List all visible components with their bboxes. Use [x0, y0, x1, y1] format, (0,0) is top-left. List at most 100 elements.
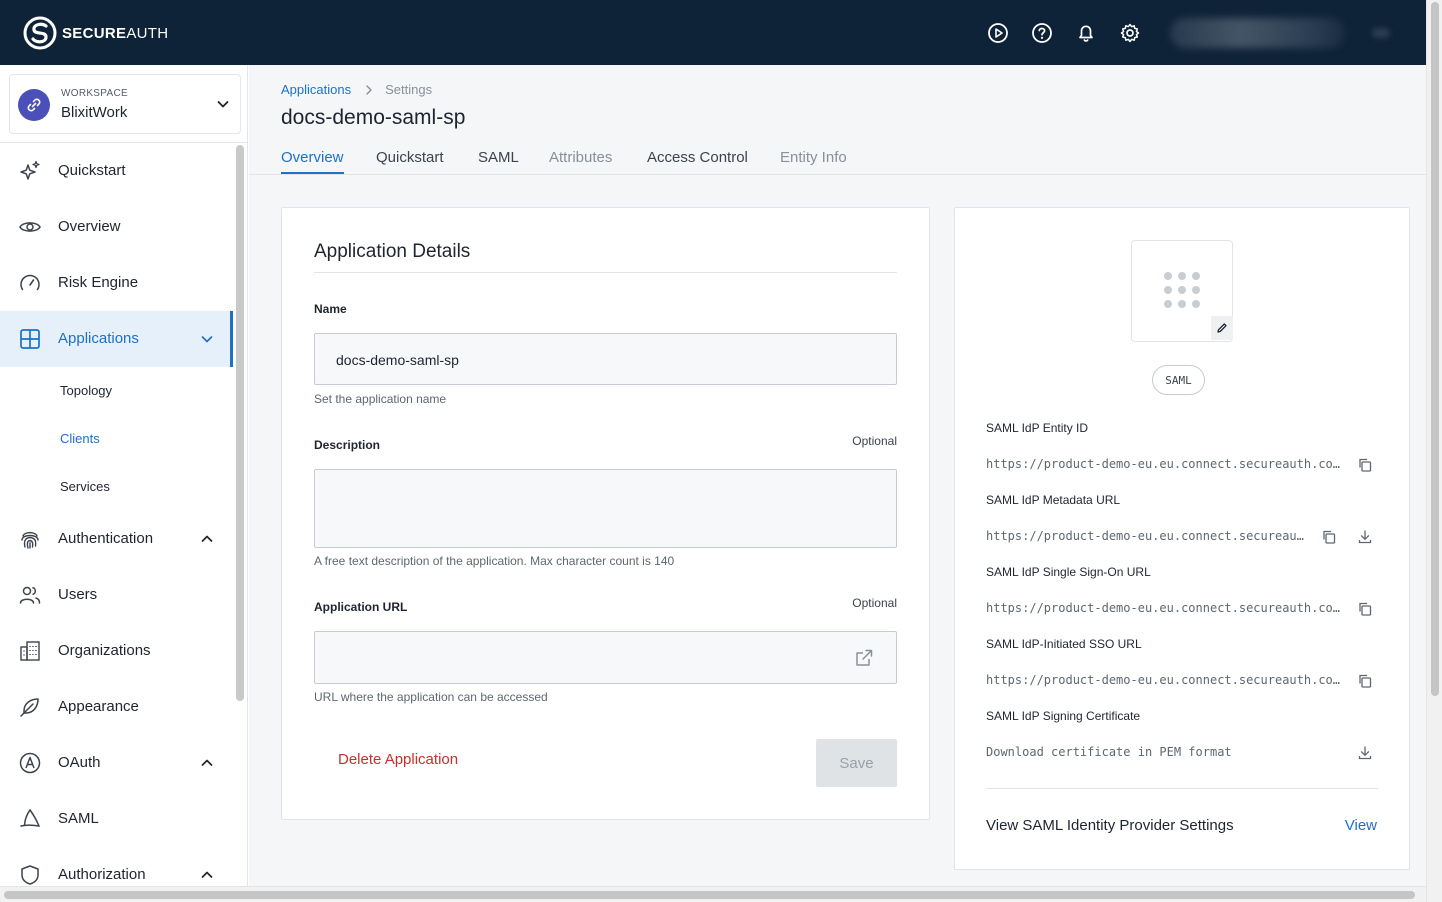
copy-icon[interactable] [1357, 457, 1373, 473]
save-button[interactable]: Save [816, 739, 897, 787]
entity-id-value: https://product-demo-eu.eu.connect.secur… [986, 457, 1341, 471]
apps-grid-icon [1164, 272, 1200, 308]
sidebar-item-label: OAuth [58, 754, 101, 771]
name-helper-text: Set the application name [314, 392, 447, 406]
sidebar-item-label: Users [58, 586, 98, 603]
tab-overview[interactable]: Overview [281, 149, 344, 175]
tab-entity-info[interactable]: Entity Info [780, 149, 847, 172]
sso-url-value: https://product-demo-eu.eu.connect.secur… [986, 601, 1341, 615]
sidebar-item-label: SAML [58, 810, 99, 827]
sidebar-item-appearance[interactable]: Appearance [0, 679, 233, 735]
horizontal-scrollbar[interactable] [0, 886, 1426, 902]
card-divider [986, 788, 1378, 789]
chevron-up-icon[interactable] [200, 532, 214, 546]
gear-icon[interactable] [1119, 22, 1141, 44]
sidebar-item-quickstart[interactable]: Quickstart [0, 143, 233, 199]
sidebar-subitem-topology[interactable]: Topology [60, 383, 112, 398]
user-menu-chevron-icon[interactable] [1372, 28, 1390, 38]
copy-icon[interactable] [1357, 601, 1373, 617]
sidebar-item-users[interactable]: Users [0, 567, 233, 623]
tab-attributes[interactable]: Attributes [549, 149, 612, 172]
delete-application-button[interactable]: Delete Application [338, 751, 458, 768]
idp-initiated-sso-value: https://product-demo-eu.eu.connect.secur… [986, 673, 1341, 687]
tab-quickstart[interactable]: Quickstart [376, 149, 444, 172]
workspace-selector[interactable]: WORKSPACE BlixitWork [9, 74, 241, 134]
sidebar-item-applications[interactable]: Applications [0, 311, 233, 367]
copy-icon[interactable] [1357, 673, 1373, 689]
application-url-optional-label: Optional [852, 596, 897, 610]
tab-saml[interactable]: SAML [478, 149, 519, 172]
signing-certificate-value: Download certificate in PEM format [986, 745, 1232, 759]
building-icon [20, 641, 40, 661]
application-details-card: Application Details Name docs-demo-saml-… [281, 207, 930, 820]
vertical-scrollbar-thumb[interactable] [1431, 2, 1439, 696]
description-textarea[interactable] [314, 469, 897, 548]
description-optional-label: Optional [852, 434, 897, 448]
grid-icon [20, 329, 40, 349]
help-circle-icon[interactable] [1031, 22, 1053, 44]
card-divider [314, 272, 897, 273]
description-label: Description [314, 438, 381, 452]
sidebar-item-label: Risk Engine [58, 274, 139, 291]
sidebar-item-overview[interactable]: Overview [0, 199, 233, 255]
play-circle-icon[interactable] [987, 22, 1009, 44]
pencil-icon [1217, 323, 1227, 333]
sidebar-subitem-clients[interactable]: Clients [60, 431, 100, 446]
sidebar-item-saml[interactable]: SAML [0, 791, 233, 847]
link-icon [27, 98, 41, 112]
chevron-right-icon [366, 84, 372, 95]
workspace-avatar [18, 89, 50, 121]
sidebar-item-risk-engine[interactable]: Risk Engine [0, 255, 233, 311]
sparkles-icon [20, 160, 40, 180]
gauge-icon [20, 274, 40, 291]
copy-icon[interactable] [1321, 529, 1337, 545]
horizontal-scrollbar-thumb[interactable] [4, 891, 1415, 899]
name-input[interactable]: docs-demo-saml-sp [314, 333, 897, 385]
chevron-up-icon[interactable] [200, 756, 214, 770]
metadata-url-label: SAML IdP Metadata URL [986, 493, 1121, 507]
view-idp-settings-link[interactable]: View [1345, 817, 1377, 834]
eye-icon [19, 222, 41, 232]
idp-initiated-sso-label: SAML IdP-Initiated SSO URL [986, 637, 1142, 651]
user-menu[interactable] [1170, 18, 1345, 48]
top-bar: SECUREAUTH [0, 0, 1426, 65]
edit-icon-button[interactable] [1211, 316, 1233, 340]
entity-id-label: SAML IdP Entity ID [986, 421, 1089, 435]
application-url-label: Application URL [314, 600, 408, 614]
chevron-down-icon [217, 101, 229, 108]
breadcrumb-current: Settings [385, 82, 433, 97]
saml-idp-card: SAML SAML IdP Entity ID https://product-… [954, 207, 1410, 870]
fingerprint-icon [21, 531, 39, 549]
sidebar-item-oauth[interactable]: OAuth [0, 735, 233, 791]
breadcrumb: Applications Settings [281, 82, 432, 97]
name-label: Name [314, 302, 347, 316]
sidebar-scrollbar[interactable] [236, 145, 244, 701]
bell-icon[interactable] [1075, 22, 1097, 44]
vertical-scrollbar[interactable] [1426, 0, 1442, 902]
sidebar-item-organizations[interactable]: Organizations [0, 623, 233, 679]
main-content: Applications Settings docs-demo-saml-sp … [249, 65, 1426, 886]
sso-url-label: SAML IdP Single Sign-On URL [986, 565, 1151, 579]
sidebar-item-authentication[interactable]: Authentication [0, 511, 233, 567]
application-url-input[interactable] [314, 631, 897, 684]
download-icon[interactable] [1357, 529, 1373, 545]
chevron-up-icon[interactable] [200, 868, 214, 882]
card-title: Application Details [314, 241, 471, 262]
tab-access-control[interactable]: Access Control [647, 149, 748, 172]
metadata-url-value: https://product-demo-eu.eu.connect.secur… [986, 529, 1304, 543]
brand-name: SECUREAUTH [62, 24, 169, 42]
secureauth-logo-icon [23, 16, 57, 50]
chevron-down-icon[interactable] [200, 332, 214, 346]
secureauth-logo[interactable]: SECUREAUTH [22, 15, 168, 51]
signing-certificate-label: SAML IdP Signing Certificate [986, 709, 1141, 723]
sidebar-subitem-services[interactable]: Services [60, 479, 110, 494]
sidebar: WORKSPACE BlixitWork Quickstart Overview… [0, 65, 248, 886]
download-icon[interactable] [1357, 745, 1373, 761]
external-link-icon[interactable] [854, 648, 874, 668]
page-title: docs-demo-saml-sp [281, 106, 466, 129]
sidebar-item-authorization[interactable]: Authorization [0, 847, 233, 886]
breadcrumb-applications[interactable]: Applications [281, 82, 351, 97]
sidebar-item-label: Authorization [58, 866, 146, 883]
feather-icon [20, 698, 39, 717]
sidebar-item-label: Organizations [58, 642, 151, 659]
